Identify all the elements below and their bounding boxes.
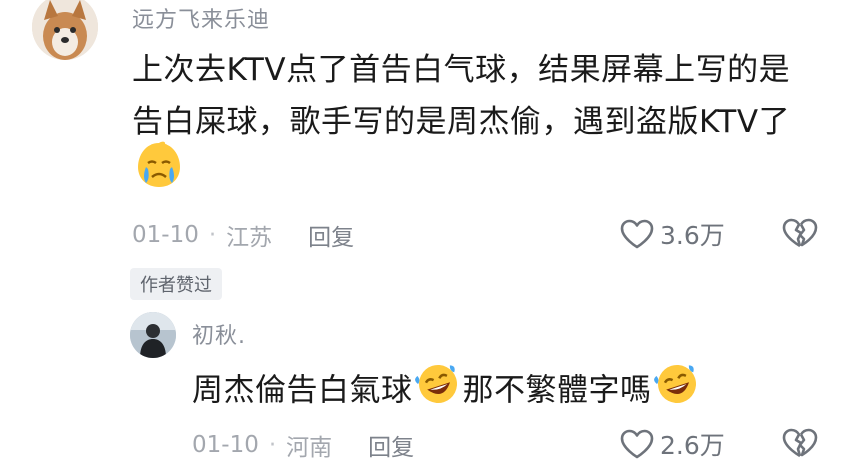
comment-location: 江苏 — [226, 225, 273, 251]
comment-username[interactable]: 远方飞来乐迪 — [132, 2, 270, 34]
person-avatar-image — [130, 312, 176, 358]
reply-text-part2: 那不繁體字嗎 — [462, 372, 652, 409]
rofl-emoji-icon — [652, 362, 702, 422]
rofl-emoji-icon — [413, 362, 463, 422]
heart-outline-icon — [620, 219, 654, 249]
crying-face-emoji-icon — [132, 141, 186, 207]
reply-body: 周杰倫告白氣球 那不繁體字嗎 — [192, 362, 812, 422]
reply-meta: 01-10 · 河南 回复 — [192, 428, 414, 462]
reply-reply-button[interactable]: 回复 — [368, 428, 414, 462]
dislike-button[interactable] — [782, 218, 818, 252]
reply-location: 河南 — [286, 435, 333, 461]
broken-heart-icon — [782, 428, 818, 458]
reply-button[interactable]: 回复 — [308, 218, 354, 252]
broken-heart-icon — [782, 218, 818, 248]
reply-username[interactable]: 初秋. — [192, 318, 246, 350]
comment-date: 01-10 — [132, 222, 199, 248]
reply-text-part1: 周杰倫告白氣球 — [192, 372, 413, 409]
reply-dislike-button[interactable] — [782, 428, 818, 462]
dog-avatar-image — [32, 0, 98, 60]
comment-body: 上次去KTV点了首告白气球，结果屏幕上写的是 告白屎球，歌手写的是周杰偷，遇到盗… — [132, 44, 822, 200]
user-avatar[interactable] — [32, 0, 98, 60]
reply-user-avatar[interactable] — [130, 312, 176, 358]
reply-date: 01-10 — [192, 432, 259, 458]
comment-text-line2: 告白屎球，歌手写的是周杰偷，遇到盗版KTV了 — [132, 104, 791, 140]
meta-separator: · — [268, 432, 277, 458]
comment-meta: 01-10 · 江苏 回复 — [132, 218, 354, 252]
reply-like-count: 2.6万 — [660, 431, 725, 460]
meta-separator: · — [208, 222, 217, 248]
reply-like-button[interactable]: 2.6万 — [620, 426, 725, 462]
heart-outline-icon — [620, 429, 654, 459]
like-count: 3.6万 — [660, 221, 725, 250]
comment-text-line1: 上次去KTV点了首告白气球，结果屏幕上写的是 — [132, 52, 791, 88]
like-button[interactable]: 3.6万 — [620, 216, 725, 252]
author-liked-badge: 作者赞过 — [130, 268, 222, 300]
